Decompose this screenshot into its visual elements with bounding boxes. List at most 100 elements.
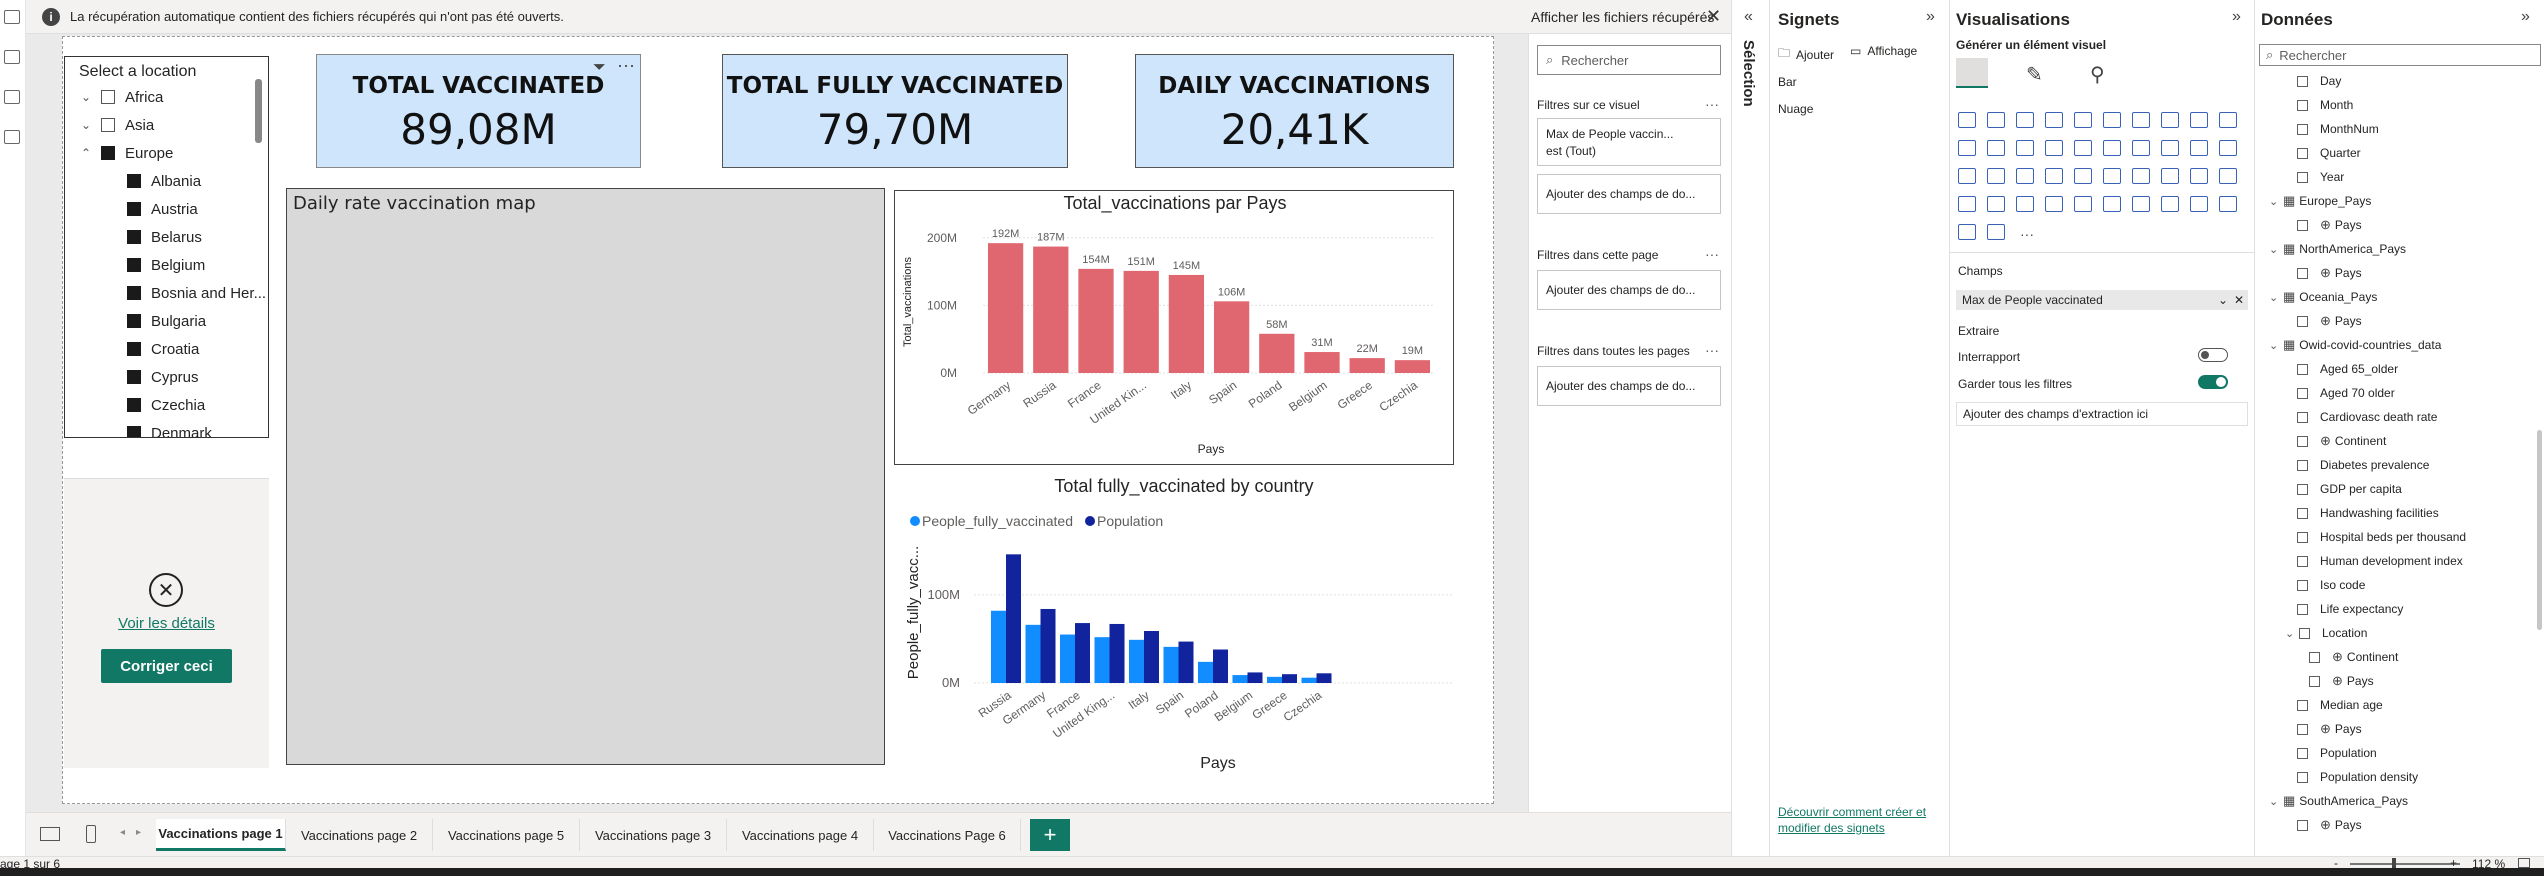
fit-to-page-icon[interactable] <box>2518 858 2530 868</box>
field-checkbox[interactable] <box>2297 315 2308 327</box>
visual-type-icon[interactable] <box>2016 196 2034 212</box>
visual-type-icon[interactable] <box>1987 168 2005 184</box>
visual-type-icon[interactable] <box>2219 168 2237 184</box>
slicer-item[interactable]: Belgium <box>127 255 205 275</box>
visual-filter-card[interactable]: Max de People vaccin... est (Tout) <box>1537 118 1721 166</box>
field-checkbox[interactable] <box>2297 603 2308 615</box>
chevron-down-icon[interactable]: ⌄ <box>2269 291 2281 304</box>
data-field-row[interactable]: Month <box>2297 96 2353 114</box>
visual-type-icon[interactable] <box>2016 112 2034 128</box>
visual-type-icon[interactable] <box>2161 168 2179 184</box>
page-tab[interactable]: Vaccinations page 2 <box>286 819 433 851</box>
visual-type-icon[interactable] <box>2219 112 2237 128</box>
field-checkbox[interactable] <box>2297 723 2308 735</box>
data-field-row[interactable]: Median age <box>2297 696 2383 714</box>
fully-vaccinated-chart[interactable]: Total fully_vaccinated by country People_… <box>894 470 1454 780</box>
visual-type-icon[interactable] <box>1958 140 1976 156</box>
chevron-down-icon[interactable]: ⌄ <box>2269 243 2281 256</box>
slicer-checkbox[interactable] <box>127 230 141 244</box>
filter-icon[interactable]: ⏷ <box>593 59 606 77</box>
more-options-icon[interactable]: ··· <box>1705 96 1719 112</box>
slicer-checkbox[interactable] <box>127 174 141 188</box>
data-field-row[interactable]: ⌄ ▦ Owid-covid-countries_data <box>2269 336 2441 354</box>
more-visuals-icon[interactable]: ··· <box>2020 226 2034 242</box>
field-checkbox[interactable] <box>2297 555 2308 567</box>
field-checkbox[interactable] <box>2297 747 2308 759</box>
analytics-tab-icon[interactable]: ⚲ <box>2090 62 2105 87</box>
location-slicer[interactable]: Select a location ⌄ Africa ⌄ Asia ⌃ Europe Alb… <box>64 56 269 438</box>
collapse-pane-icon[interactable]: » <box>1926 8 1935 26</box>
field-checkbox[interactable] <box>2297 435 2308 447</box>
slicer-checkbox[interactable] <box>127 426 141 437</box>
page-tab[interactable]: Vaccinations page 1 <box>156 819 286 851</box>
add-bookmark-button[interactable]: 🗀 Ajouter <box>1778 44 1834 65</box>
bookmark-item[interactable]: Bar <box>1778 75 1797 89</box>
visual-type-icon[interactable] <box>1958 168 1976 184</box>
collapse-pane-icon[interactable]: » <box>2232 8 2241 26</box>
learn-bookmarks-link[interactable]: Découvrir comment créer et modifier des … <box>1778 804 1938 836</box>
visual-type-icon[interactable] <box>2132 140 2150 156</box>
field-checkbox[interactable] <box>2297 459 2308 471</box>
model-view-icon[interactable] <box>4 90 20 104</box>
field-checkbox[interactable] <box>2299 627 2310 639</box>
field-checkbox[interactable] <box>2297 363 2308 375</box>
slicer-checkbox[interactable] <box>101 90 115 104</box>
visual-type-icon[interactable] <box>2132 196 2150 212</box>
mobile-layout-icon[interactable] <box>86 825 96 843</box>
visual-type-icon[interactable] <box>2161 196 2179 212</box>
fix-this-button[interactable]: Corriger ceci <box>101 649 232 683</box>
view-bookmark-button[interactable]: ▭ Affichage <box>1850 44 1917 58</box>
data-field-row[interactable]: Aged 70 older <box>2297 384 2395 402</box>
visual-type-icon[interactable] <box>1958 112 1976 128</box>
field-checkbox[interactable] <box>2297 579 2308 591</box>
visual-type-icon[interactable] <box>2190 140 2208 156</box>
show-recovered-button[interactable]: Afficher les fichiers récupérés <box>1531 9 1714 25</box>
slicer-item[interactable]: Bulgaria <box>127 311 206 331</box>
data-field-row[interactable]: ⊕ Pays <box>2297 312 2362 330</box>
visual-type-icon[interactable] <box>2074 140 2092 156</box>
data-field-row[interactable]: ⊕ Pays <box>2297 216 2362 234</box>
slicer-checkbox[interactable] <box>127 286 141 300</box>
table-view-icon[interactable] <box>4 50 20 64</box>
daily-rate-map[interactable]: Daily rate vaccination map <box>286 188 885 765</box>
field-checkbox[interactable] <box>2297 171 2308 183</box>
chevron-down-icon[interactable]: ⌄ <box>2285 627 2297 640</box>
slicer-checkbox[interactable] <box>127 398 141 412</box>
data-field-row[interactable]: ⊕ Pays <box>2297 264 2362 282</box>
bookmark-item[interactable]: Nuage <box>1778 102 1813 116</box>
expand-pane-icon[interactable]: « <box>1744 8 1753 26</box>
visual-type-icon[interactable] <box>2103 140 2121 156</box>
visual-type-icon[interactable] <box>1958 224 1976 240</box>
slicer-item[interactable]: Belarus <box>127 227 202 247</box>
visual-type-icon[interactable] <box>2219 140 2237 156</box>
slicer-item[interactable]: Croatia <box>127 339 199 359</box>
add-page-button[interactable]: + <box>1030 819 1070 851</box>
data-field-row[interactable]: Life expectancy <box>2297 600 2403 618</box>
visual-type-icon[interactable] <box>2190 168 2208 184</box>
field-checkbox[interactable] <box>2297 267 2308 279</box>
visual-type-icon[interactable] <box>2190 196 2208 212</box>
desktop-layout-icon[interactable] <box>40 827 60 841</box>
remove-field-icon[interactable]: ✕ <box>2234 293 2244 307</box>
cross-report-toggle[interactable] <box>2198 348 2228 362</box>
data-field-row[interactable]: ⌄ Location <box>2285 624 2367 642</box>
data-field-row[interactable]: ⊕ Pays <box>2297 720 2362 738</box>
build-visual-tab-icon[interactable] <box>1956 58 1988 88</box>
data-field-row[interactable]: Aged 65_older <box>2297 360 2398 378</box>
visual-type-icon[interactable] <box>2074 112 2092 128</box>
visual-type-icon[interactable] <box>2045 112 2063 128</box>
slicer-checkbox[interactable] <box>127 202 141 216</box>
field-checkbox[interactable] <box>2309 651 2320 663</box>
visual-type-icon[interactable] <box>2016 168 2034 184</box>
tab-scroll-right-icon[interactable]: ▸ <box>136 827 141 838</box>
dax-query-icon[interactable] <box>4 130 20 144</box>
page-tab[interactable]: Vaccinations page 3 <box>580 819 727 851</box>
total-vaccinations-chart[interactable]: Total_vaccinations par Pays 0M 100M 200M Tot… <box>894 190 1454 465</box>
data-field-row[interactable]: Quarter <box>2297 144 2361 162</box>
field-checkbox[interactable] <box>2297 819 2308 831</box>
slicer-item[interactable]: Albania <box>127 171 201 191</box>
data-field-row[interactable]: ⊕ Continent <box>2309 648 2398 666</box>
keep-filters-toggle[interactable] <box>2198 375 2228 389</box>
card-daily-vaccinations[interactable]: DAILY VACCINATIONS 20,41K <box>1135 54 1454 168</box>
collapse-pane-icon[interactable]: » <box>2521 8 2530 26</box>
